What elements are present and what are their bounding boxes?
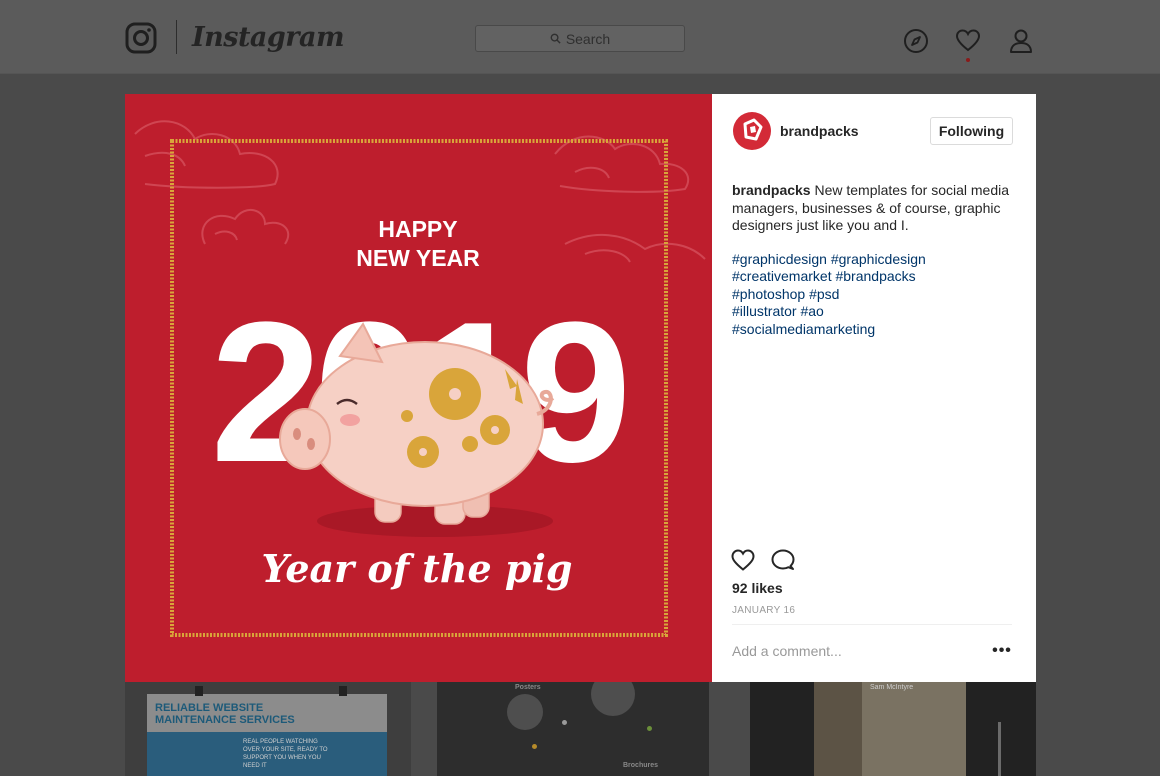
logo-divider: [176, 20, 177, 54]
notification-dot: [966, 58, 970, 62]
feed-tile-resume[interactable]: Sam McIntyre: [750, 682, 1036, 776]
timeline-dot: [647, 726, 652, 731]
comment-divider: [732, 624, 1012, 625]
comment-bubble-icon[interactable]: [771, 549, 795, 571]
more-options-button[interactable]: •••: [992, 642, 1012, 659]
resume-sidebar: [814, 682, 862, 776]
tile-label-posters: Posters: [515, 684, 541, 691]
timeline-dot: [562, 720, 567, 725]
binder-clip: [339, 686, 347, 696]
like-count[interactable]: 92 likes: [732, 580, 783, 596]
post-artwork: HAPPY NEW YEAR 2019: [134, 120, 706, 637]
add-comment-input[interactable]: [732, 639, 982, 663]
post-author-username[interactable]: brandpacks: [780, 123, 859, 139]
binder-clip: [195, 686, 203, 696]
feed-tile-posters[interactable]: Posters Brochures: [437, 682, 709, 776]
hashtag-line[interactable]: #illustrator #ao: [732, 303, 1022, 320]
person-icon[interactable]: [1008, 28, 1034, 54]
search-input[interactable]: Search: [475, 25, 685, 52]
feed-tile-website-maintenance[interactable]: Reliable website maintenance services Re…: [125, 682, 411, 776]
top-navigation-bar: Instagram Search: [0, 0, 1160, 74]
instagram-glyph-icon[interactable]: [125, 22, 157, 54]
hashtag-line[interactable]: #photoshop #psd: [732, 286, 1022, 303]
map-icon-circle: [591, 682, 635, 716]
search-icon: [550, 33, 561, 44]
hashtag-line[interactable]: #graphicdesign #graphicdesign: [732, 251, 1022, 268]
tile-title: Reliable website maintenance services: [155, 702, 295, 726]
resume-name: Sam McIntyre: [870, 684, 914, 691]
tile-label-brochures: Brochures: [623, 762, 659, 769]
post-image[interactable]: HAPPY NEW YEAR 2019: [125, 94, 712, 682]
following-button[interactable]: Following: [930, 117, 1013, 145]
hashtag-line[interactable]: #creativemarket #brandpacks: [732, 268, 1022, 285]
pen: [998, 722, 1001, 776]
headline-new-year: NEW YEAR: [356, 245, 480, 271]
brandpacks-avatar[interactable]: [732, 111, 772, 151]
headline-happy: HAPPY: [378, 216, 457, 242]
caption-author[interactable]: brandpacks: [732, 182, 811, 198]
tile-body-text: Real people watching over your site, rea…: [243, 739, 328, 769]
hashtag-list: #graphicdesign #graphicdesign #creativem…: [732, 251, 1022, 338]
instagram-wordmark[interactable]: Instagram: [192, 22, 345, 53]
hashtag-line[interactable]: #socialmediamarketing: [732, 321, 1022, 338]
compass-icon[interactable]: [903, 28, 929, 54]
post-date[interactable]: January 16: [732, 605, 795, 616]
search-placeholder: Search: [565, 30, 611, 47]
post-caption: brandpacks New templates for social medi…: [732, 182, 1022, 235]
poster-icon-circle: [507, 694, 543, 730]
post-side-panel: brandpacks Following brandpacks New temp…: [712, 94, 1036, 682]
timeline-dot: [532, 744, 537, 749]
tagline-year-of-the-pig: Year of the pig: [262, 546, 573, 591]
like-heart-icon[interactable]: [731, 549, 755, 571]
heart-icon[interactable]: [955, 28, 981, 54]
